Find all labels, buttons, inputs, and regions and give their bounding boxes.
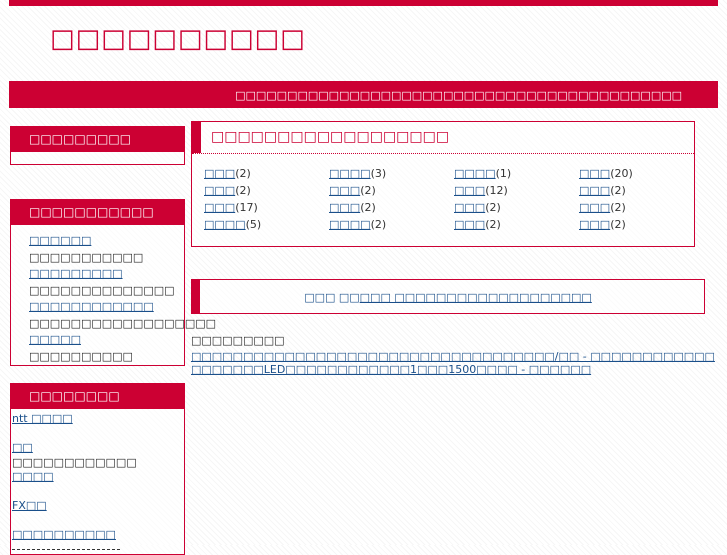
category-item: □□□(2) <box>579 184 626 197</box>
sidebar-box-3: □□□□□□□□ ntt □□□□ □□ □□□□□□□□□□□□ □□□□ F… <box>10 383 185 555</box>
related-link[interactable]: □□□□□□□LED□□□□□□□□□□□□1□□□1500□□□□ - □□□… <box>191 363 591 376</box>
category-link[interactable]: □□□ <box>454 201 485 214</box>
category-item: □□□(2) <box>454 218 501 231</box>
category-link[interactable]: □□□ <box>329 201 360 214</box>
category-count: (2) <box>360 184 376 197</box>
sidebar-box-2: □□□□□□□□□□□ □□□□□□ □□□□□□□□□□□ □□□□□□□□□… <box>10 199 217 366</box>
sidebar-link[interactable]: □□□□□□□□□ <box>29 266 184 283</box>
banner-link[interactable]: □□□ □□□□□□□□□□□□□□□□□□□ <box>360 291 592 304</box>
category-count: (20) <box>610 167 633 180</box>
category-link[interactable]: □□□ <box>579 167 610 180</box>
category-item: □□□(20) <box>579 167 633 180</box>
category-count: (2) <box>235 167 251 180</box>
sidebar-box-3-list: ntt □□□□ □□ □□□□□□□□□□□□ □□□□ FX□□ □□□□□… <box>11 409 184 551</box>
sidebar-link-desc: □□□□□□□□□□□□□□□□□□ <box>29 316 217 330</box>
category-count: (5) <box>245 218 262 231</box>
sidebar-link[interactable]: ntt □□□□ <box>12 412 184 427</box>
category-item: □□□□(2) <box>329 218 386 231</box>
category-item: □□□(2) <box>454 201 501 214</box>
category-count: (1) <box>495 167 512 180</box>
sidebar-link[interactable]: □□□□□□□□□□□□ <box>29 299 184 316</box>
category-link[interactable]: □□□ <box>204 201 235 214</box>
category-link[interactable]: □□□ <box>454 218 485 231</box>
tagline-bar: □□□□□□□□□□□□□□□□□□□□□□□□□□□□□□□□□□□□□□□□… <box>9 81 718 108</box>
category-link[interactable]: □□□ <box>579 201 610 214</box>
category-box-title: □□□□□□□□□□□□□□□□□□ <box>211 129 450 145</box>
category-count: (2) <box>610 184 626 197</box>
category-link[interactable]: □□□ <box>329 184 360 197</box>
category-count: (2) <box>485 201 501 214</box>
category-link[interactable]: □□□□ <box>204 218 246 231</box>
sidebar-box-3-title: □□□□□□□□ <box>11 384 184 409</box>
sidebar-link[interactable]: □□□□ <box>12 470 184 485</box>
sidebar-link[interactable]: □□□□□ <box>29 332 184 349</box>
category-link[interactable]: □□□□ <box>329 167 371 180</box>
sidebar-link-desc: □□□□□□□□□□□□□□ <box>29 283 175 297</box>
sidebar-link[interactable]: □□ <box>12 441 184 456</box>
category-item: □□□(12) <box>454 184 508 197</box>
category-count: (2) <box>610 218 626 231</box>
sidebar-link[interactable]: FX□□ <box>12 499 184 514</box>
category-item: □□□(2) <box>579 218 626 231</box>
sidebar-link-desc: □□□□□□□□□□□ <box>29 250 144 264</box>
category-item: □□□(2) <box>204 184 251 197</box>
sidebar-box-2-list: □□□□□□ □□□□□□□□□□□ □□□□□□□□□ □□□□□□□□□□□… <box>11 225 217 365</box>
category-link[interactable]: □□□ <box>204 167 235 180</box>
category-link[interactable]: □□□ <box>579 218 610 231</box>
category-link[interactable]: □□□ <box>454 184 485 197</box>
category-count: (2) <box>360 201 376 214</box>
category-link[interactable]: □□□□ <box>329 218 371 231</box>
header-accent <box>192 122 201 153</box>
category-link[interactable]: □□□□ <box>454 167 496 180</box>
category-item: □□□(17) <box>204 201 258 214</box>
category-count: (2) <box>370 218 387 231</box>
category-link[interactable]: □□□ <box>204 184 235 197</box>
sidebar-box-1-title: □□□□□□□□□ <box>11 127 184 152</box>
category-item: □□□□(1) <box>454 167 511 180</box>
related-title: □□□□□□□□□ <box>191 334 285 347</box>
category-count: (12) <box>485 184 508 197</box>
category-item: □□□(2) <box>204 167 251 180</box>
sidebar-box-2-title: □□□□□□□□□□□ <box>11 200 184 225</box>
category-count: (2) <box>610 201 626 214</box>
top-accent-bar <box>9 0 718 6</box>
category-box-header: □□□□□□□□□□□□□□□□□□ <box>192 122 694 154</box>
sidebar-link-desc: □□□□□□□□□□ <box>29 349 133 363</box>
category-item: □□□(2) <box>329 201 376 214</box>
banner: □□□ □□□□□ □□□□□□□□□□□□□□□□□□□ <box>191 279 705 314</box>
sidebar-link[interactable]: □□□□□□□□□□ <box>12 528 184 543</box>
banner-text: □□□ □□□□□ □□□□□□□□□□□□□□□□□□□ <box>192 291 704 304</box>
sidebar-box-1: □□□□□□□□□ <box>10 126 185 165</box>
sidebar-link-desc: □□□□□□□□□□□□ <box>12 455 137 469</box>
related-link[interactable]: □□□□□□□□□□□□□□□□□□□□□□□□□□□□□□□□□□□/□□ -… <box>191 350 715 363</box>
category-box: □□□□□□□□□□□□□□□□□□ □□□(2) □□□□(3) □□□□(1) □… <box>191 121 695 247</box>
banner-prefix: □□□ □□ <box>304 291 360 304</box>
category-count: (2) <box>485 218 501 231</box>
sidebar-link[interactable]: □□□□□□ <box>29 233 184 250</box>
category-count: (3) <box>370 167 387 180</box>
category-link[interactable]: □□□ <box>579 184 610 197</box>
category-item: □□□□(5) <box>204 218 261 231</box>
category-count: (17) <box>235 201 258 214</box>
category-item: □□□(2) <box>579 201 626 214</box>
tagline-text: □□□□□□□□□□□□□□□□□□□□□□□□□□□□□□□□□□□□□□□□… <box>235 89 682 102</box>
category-item: □□□(2) <box>329 184 376 197</box>
category-count: (2) <box>235 184 251 197</box>
divider <box>12 548 120 551</box>
category-item: □□□□(3) <box>329 167 386 180</box>
site-title[interactable]: □□□□□□□□□□ <box>50 24 306 54</box>
